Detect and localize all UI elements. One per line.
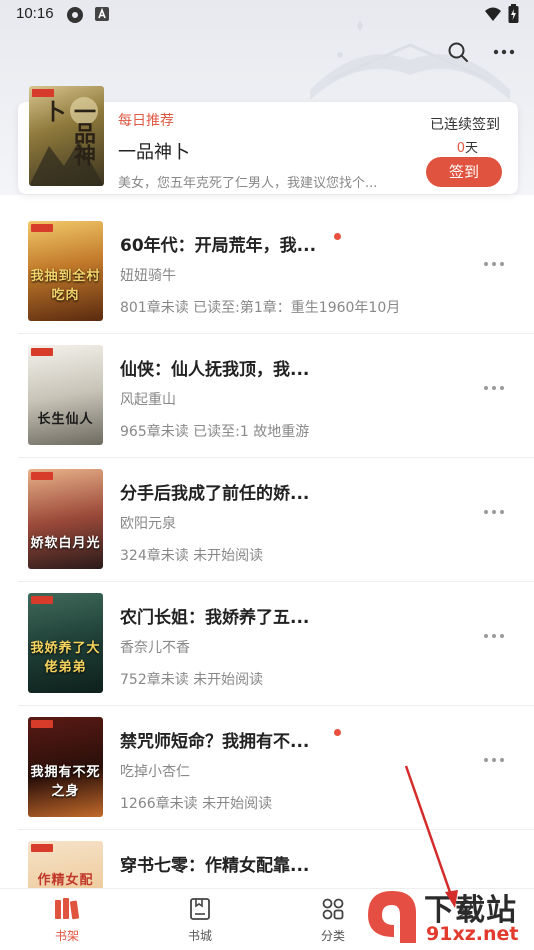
daily-book-desc: 美女，您五年克死了仁男人，我建议您找个...	[118, 176, 378, 191]
watermark-url-text: 91xz.net	[426, 923, 519, 945]
book-more-button[interactable]	[484, 262, 504, 268]
a-notification-icon	[95, 7, 109, 21]
book-progress: 752章未读 未开始阅读	[120, 672, 264, 688]
book-title: 60年代：开局荒年，我...	[120, 236, 317, 256]
nav-label: 书架	[54, 929, 79, 943]
book-more-button[interactable]	[484, 634, 504, 640]
nav-bookstore[interactable]: 书城	[170, 897, 230, 944]
book-list-item[interactable]: 长生仙人 仙侠：仙人抚我顶，我... 风起重山 965章未读 已读至:1 故地重…	[18, 334, 534, 458]
book-more-button[interactable]	[484, 758, 504, 764]
book-list-item[interactable]: 娇软白月光 分手后我成了前任的娇... 欧阳元泉 324章未读 未开始阅读	[18, 458, 534, 582]
book-list-item[interactable]: 我抽到全村吃肉 60年代：开局荒年，我... 妞妞骑牛 801章未读 已读至:第…	[18, 210, 534, 334]
book-title: 农门长姐：我娇养了五...	[120, 608, 310, 628]
book-more-button[interactable]	[484, 386, 504, 392]
streak-number: 0	[456, 141, 465, 156]
book-title: 分手后我成了前任的娇...	[120, 484, 310, 504]
book-cover-text: 我娇养了大佬弟弟	[30, 641, 101, 675]
book-title: 仙侠：仙人抚我顶，我...	[120, 360, 310, 380]
battery-icon	[508, 4, 519, 23]
bookstore-icon	[190, 898, 210, 920]
nav-bookshelf[interactable]: 书架	[37, 897, 97, 944]
more-horizontal-icon	[493, 49, 515, 55]
book-cover[interactable]: 娇软白月光	[28, 469, 103, 569]
streak-label: 已连续签到	[430, 117, 500, 133]
book-title: 禁咒师短命？我拥有不...	[120, 732, 310, 752]
wifi-icon	[485, 7, 501, 21]
book-cover[interactable]: 长生仙人	[28, 345, 103, 445]
nav-label: 书城	[187, 929, 212, 943]
book-author: 欧阳元泉	[120, 516, 176, 532]
more-options-button[interactable]	[492, 40, 516, 64]
book-list-item[interactable]: 我拥有不死之身 禁咒师短命？我拥有不... 吃掉小杏仁 1266章未读 未开始阅…	[18, 706, 534, 830]
book-title: 穿书七零：作精女配靠...	[120, 856, 310, 876]
search-button[interactable]	[446, 40, 470, 64]
category-icon	[322, 898, 344, 920]
book-cover[interactable]: 我娇养了大佬弟弟	[28, 593, 103, 693]
book-cover-text: 长生仙人	[37, 412, 94, 427]
unread-update-dot	[334, 729, 341, 736]
book-cover-text: 我拥有不死之身	[30, 765, 101, 799]
daily-tag: 每日推荐	[118, 113, 174, 129]
book-author: 妞妞骑牛	[120, 268, 176, 284]
aperture-icon	[67, 7, 83, 23]
site-watermark: 下载站 91xz.net	[362, 883, 534, 950]
daily-cover-text: 一品神卜	[40, 100, 95, 166]
book-author: 吃掉小杏仁	[120, 764, 190, 780]
book-progress: 324章未读 未开始阅读	[120, 548, 264, 564]
book-progress: 801章未读 已读至:第1章：重生1960年10月	[120, 300, 401, 316]
signin-button[interactable]: 签到	[426, 157, 502, 187]
unread-update-dot	[334, 233, 341, 240]
book-author: 香奈儿不香	[120, 640, 190, 656]
nav-label: 分类	[320, 929, 345, 943]
book-cover[interactable]: 我拥有不死之身	[28, 717, 103, 817]
daily-book-cover[interactable]: 一品神卜	[29, 86, 104, 186]
book-list-item[interactable]: 我娇养了大佬弟弟 农门长姐：我娇养了五... 香奈儿不香 752章未读 未开始阅…	[18, 582, 534, 706]
bookshelf-list: 我抽到全村吃肉 60年代：开局荒年，我... 妞妞骑牛 801章未读 已读至:第…	[0, 210, 534, 950]
streak-count: 0天	[457, 137, 478, 156]
book-cover[interactable]: 我抽到全村吃肉	[28, 221, 103, 321]
streak-unit: 天	[464, 141, 478, 156]
status-time: 10:16	[16, 5, 54, 22]
nav-category[interactable]: 分类	[303, 897, 363, 944]
daily-book-title: 一品神卜	[118, 142, 190, 163]
daily-recommend-card[interactable]: 一品神卜 每日推荐 一品神卜 美女，您五年克死了仁男人，我建议您找个... 已连…	[18, 86, 518, 194]
header-actions	[446, 40, 516, 64]
watermark-logo-icon	[368, 891, 416, 943]
book-cover-text: 作精女配	[37, 873, 94, 888]
book-progress: 1266章未读 未开始阅读	[120, 796, 273, 812]
search-icon	[448, 42, 468, 62]
status-bar: 10:16	[0, 0, 534, 30]
book-cover-text: 娇软白月光	[30, 536, 101, 551]
book-progress: 965章未读 已读至:1 故地重游	[120, 424, 310, 440]
book-cover-text: 我抽到全村吃肉	[30, 269, 101, 303]
book-author: 风起重山	[120, 392, 176, 408]
bookshelf-icon	[55, 898, 80, 920]
book-more-button[interactable]	[484, 510, 504, 516]
